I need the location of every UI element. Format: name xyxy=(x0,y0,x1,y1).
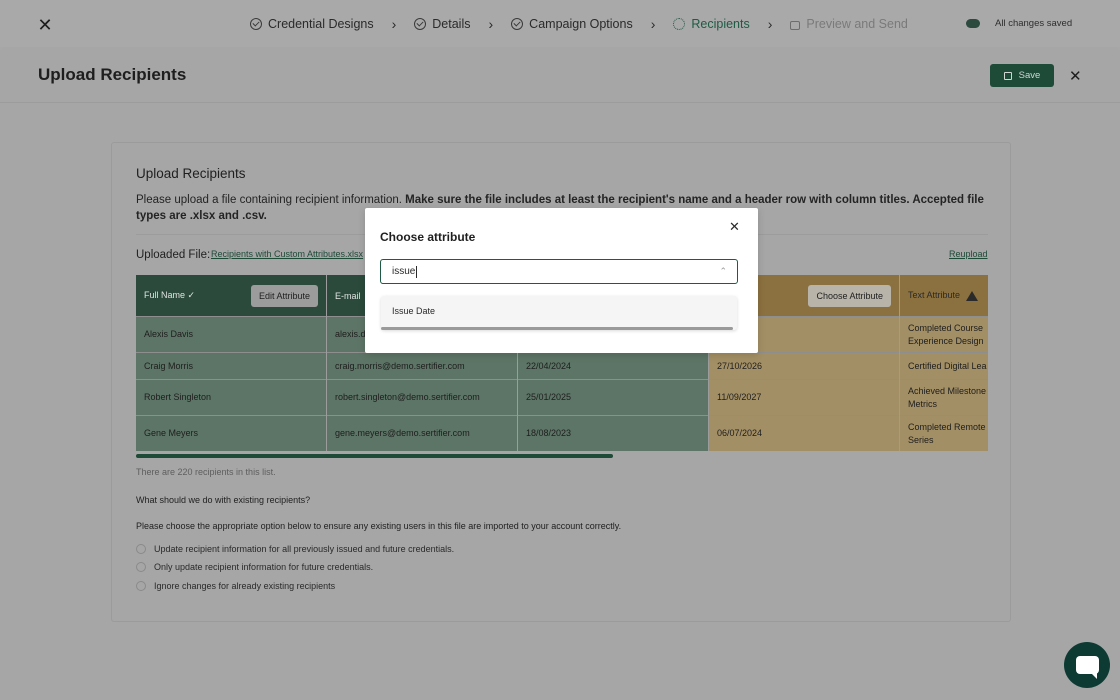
step-label: Preview and Send xyxy=(806,17,908,31)
table-cell: Robert Singleton xyxy=(136,379,326,415)
sheet-header: Upload Recipients Save ✕ xyxy=(0,47,1120,103)
search-value: issue xyxy=(392,266,416,277)
chevron-right-icon: › xyxy=(488,16,494,32)
table-cell: gene.meyers@demo.sertifier.com xyxy=(327,415,517,451)
option-label: Only update recipient information for fu… xyxy=(154,562,374,572)
uploaded-file-link[interactable]: Recipients with Custom Attributes.xlsx xyxy=(211,249,363,259)
dialog-title: Choose attribute xyxy=(380,230,476,244)
table-cell: Certified Digital Lea xyxy=(900,352,988,379)
option-label: Ignore changes for already existing reci… xyxy=(154,581,336,591)
description-text: Please upload a file containing recipien… xyxy=(136,194,406,206)
step-recipients[interactable]: Recipients xyxy=(673,17,750,31)
header-label: Text Attribute xyxy=(908,290,961,301)
progress-icon xyxy=(673,18,686,30)
step-preview-and-send: Preview and Send xyxy=(790,17,908,31)
table-cell: Achieved Milestone Metrics xyxy=(900,379,988,415)
check-circle-icon xyxy=(414,18,427,30)
cloud-check-icon xyxy=(966,19,980,28)
table-cell: Completed Course Experience Design xyxy=(900,316,988,352)
reupload-link[interactable]: Reupload xyxy=(949,249,988,259)
chevron-right-icon: › xyxy=(767,16,773,32)
table-cell: robert.singleton@demo.sertifier.com xyxy=(327,379,517,415)
edit-attribute-button[interactable]: Edit Attribute xyxy=(250,284,318,307)
dropdown-scrollbar[interactable] xyxy=(381,327,733,330)
lock-icon xyxy=(790,21,801,30)
table-cell: Gene Meyers xyxy=(136,415,326,451)
save-status-text: All changes saved xyxy=(995,18,1073,29)
close-icon[interactable]: ✕ xyxy=(36,16,54,34)
step-credential-designs[interactable]: Credential Designs xyxy=(250,17,374,31)
uploaded-file-label: Uploaded File: xyxy=(136,249,211,261)
close-icon[interactable]: ✕ xyxy=(1069,67,1082,85)
chat-bubble-icon xyxy=(1075,656,1099,679)
table-cell: 11/09/2027 xyxy=(709,379,899,415)
save-status: All changes saved xyxy=(966,18,1072,29)
save-icon xyxy=(1003,71,1012,80)
check-icon: ✓ xyxy=(187,290,196,300)
option-label: Update recipient information for all pre… xyxy=(154,544,455,554)
option-update-all[interactable]: Update recipient information for all pre… xyxy=(136,544,454,554)
column-header: Text Attribute xyxy=(900,275,988,316)
stepper: Credential Designs › Details › Campaign … xyxy=(250,16,908,32)
upload-sheet: Upload Recipients Save ✕ Upload Recipien… xyxy=(0,47,1120,700)
table-cell: Alexis Davis xyxy=(136,316,326,352)
dropdown-option-issue-date[interactable]: Issue Date xyxy=(381,298,737,324)
radio-button[interactable] xyxy=(136,581,146,591)
warning-icon xyxy=(966,290,979,301)
attribute-dropdown: Issue Date xyxy=(381,296,737,330)
scrollbar-thumb[interactable] xyxy=(136,454,614,458)
header-label: Full Name xyxy=(144,290,186,300)
chat-launcher-button[interactable] xyxy=(1064,642,1110,688)
step-details[interactable]: Details xyxy=(414,17,471,31)
chevron-right-icon: › xyxy=(650,16,656,32)
text-cursor xyxy=(416,265,418,278)
column-header: Full Name ✓ Edit Attribute xyxy=(136,275,326,316)
step-label: Details xyxy=(432,17,471,31)
column-full-name: Full Name ✓ Edit Attribute Alexis Davis … xyxy=(136,275,327,451)
step-label: Campaign Options xyxy=(529,17,633,31)
table-cell: 22/04/2024 xyxy=(518,352,708,379)
step-campaign-options[interactable]: Campaign Options xyxy=(511,17,633,31)
option-ignore[interactable]: Ignore changes for already existing reci… xyxy=(136,581,335,591)
step-label: Credential Designs xyxy=(268,17,374,31)
choose-attribute-dialog: Choose attribute ✕ issue ⌃ Issue Date xyxy=(365,208,758,353)
table-cell: 18/08/2023 xyxy=(518,415,708,451)
top-bar: ✕ Credential Designs › Details › Campaig… xyxy=(0,0,1120,47)
attribute-search-input[interactable]: issue ⌃ xyxy=(380,259,738,284)
save-button[interactable]: Save xyxy=(990,64,1054,87)
save-label: Save xyxy=(1018,70,1041,81)
table-cell: Completed Remote Series xyxy=(900,415,988,451)
check-circle-icon xyxy=(511,18,524,30)
existing-recipients-question: What should we do with existing recipien… xyxy=(136,495,311,505)
recipient-count: There are 220 recipients in this list. xyxy=(136,467,276,477)
table-cell: 06/07/2024 xyxy=(709,415,899,451)
chevron-right-icon: › xyxy=(391,16,397,32)
page-title: Upload Recipients xyxy=(38,65,187,84)
table-cell: Craig Morris xyxy=(136,352,326,379)
radio-button[interactable] xyxy=(136,562,146,572)
table-scrollbar[interactable] xyxy=(136,454,988,458)
choose-attribute-button[interactable]: Choose Attribute xyxy=(808,284,891,307)
radio-button[interactable] xyxy=(136,544,146,554)
card-title: Upload Recipients xyxy=(136,166,246,181)
existing-recipients-description: Please choose the appropriate option bel… xyxy=(136,521,622,531)
table-cell: craig.morris@demo.sertifier.com xyxy=(327,352,517,379)
check-circle-icon xyxy=(250,18,262,30)
option-update-future[interactable]: Only update recipient information for fu… xyxy=(136,562,373,572)
close-icon[interactable]: ✕ xyxy=(729,219,740,235)
column-text-attribute: Text Attribute Completed Course Experien… xyxy=(900,275,988,451)
table-cell: 27/10/2026 xyxy=(709,352,899,379)
step-label: Recipients xyxy=(691,17,750,31)
table-cell: 25/01/2025 xyxy=(518,379,708,415)
chevron-up-icon[interactable]: ⌃ xyxy=(719,266,727,277)
header-label: E-mail xyxy=(335,290,361,301)
